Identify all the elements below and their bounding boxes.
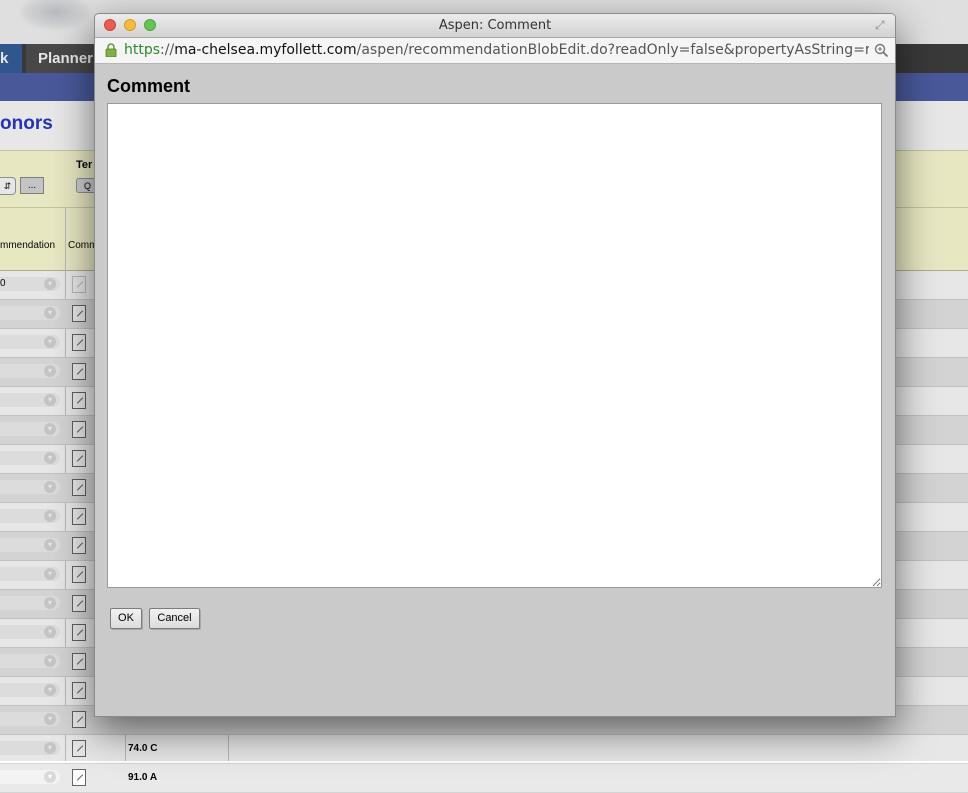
chevron-down-icon: ▾ [44,771,56,783]
minimize-window-button[interactable] [124,19,136,31]
dialog-heading: Comment [107,76,191,96]
comment-textarea[interactable] [107,103,882,588]
fullscreen-icon[interactable]: ⤢ [875,18,889,32]
recommendation-select[interactable]: ▾ [0,770,60,784]
window-title: Aspen: Comment [438,18,552,33]
address-bar: https://ma-chelsea.myfollett.com/aspen/r… [95,38,895,64]
close-window-button[interactable] [104,19,116,31]
ok-button[interactable]: OK [110,608,142,629]
table-row: ▾ 91.0 A [0,764,968,793]
lock-icon [105,43,117,57]
url-path: /aspen/recommendationBlobEdit.do?readOnl… [356,42,869,58]
comment-window: Aspen: Comment ⤢ https://ma-chelsea.myfo… [94,13,896,717]
url-host: ma-chelsea.myfollett.com [174,42,357,58]
url-separator: :// [160,42,175,58]
grade-value: 91.0 A [128,772,158,783]
zoom-icon[interactable] [874,43,889,58]
window-titlebar[interactable]: Aspen: Comment ⤢ [95,14,895,38]
cancel-button[interactable]: Cancel [149,608,200,629]
url-scheme: https [124,42,161,58]
url-text[interactable]: https://ma-chelsea.myfollett.com/aspen/r… [124,38,869,63]
edit-comment-icon[interactable] [72,769,86,786]
zoom-window-button[interactable] [144,19,156,31]
